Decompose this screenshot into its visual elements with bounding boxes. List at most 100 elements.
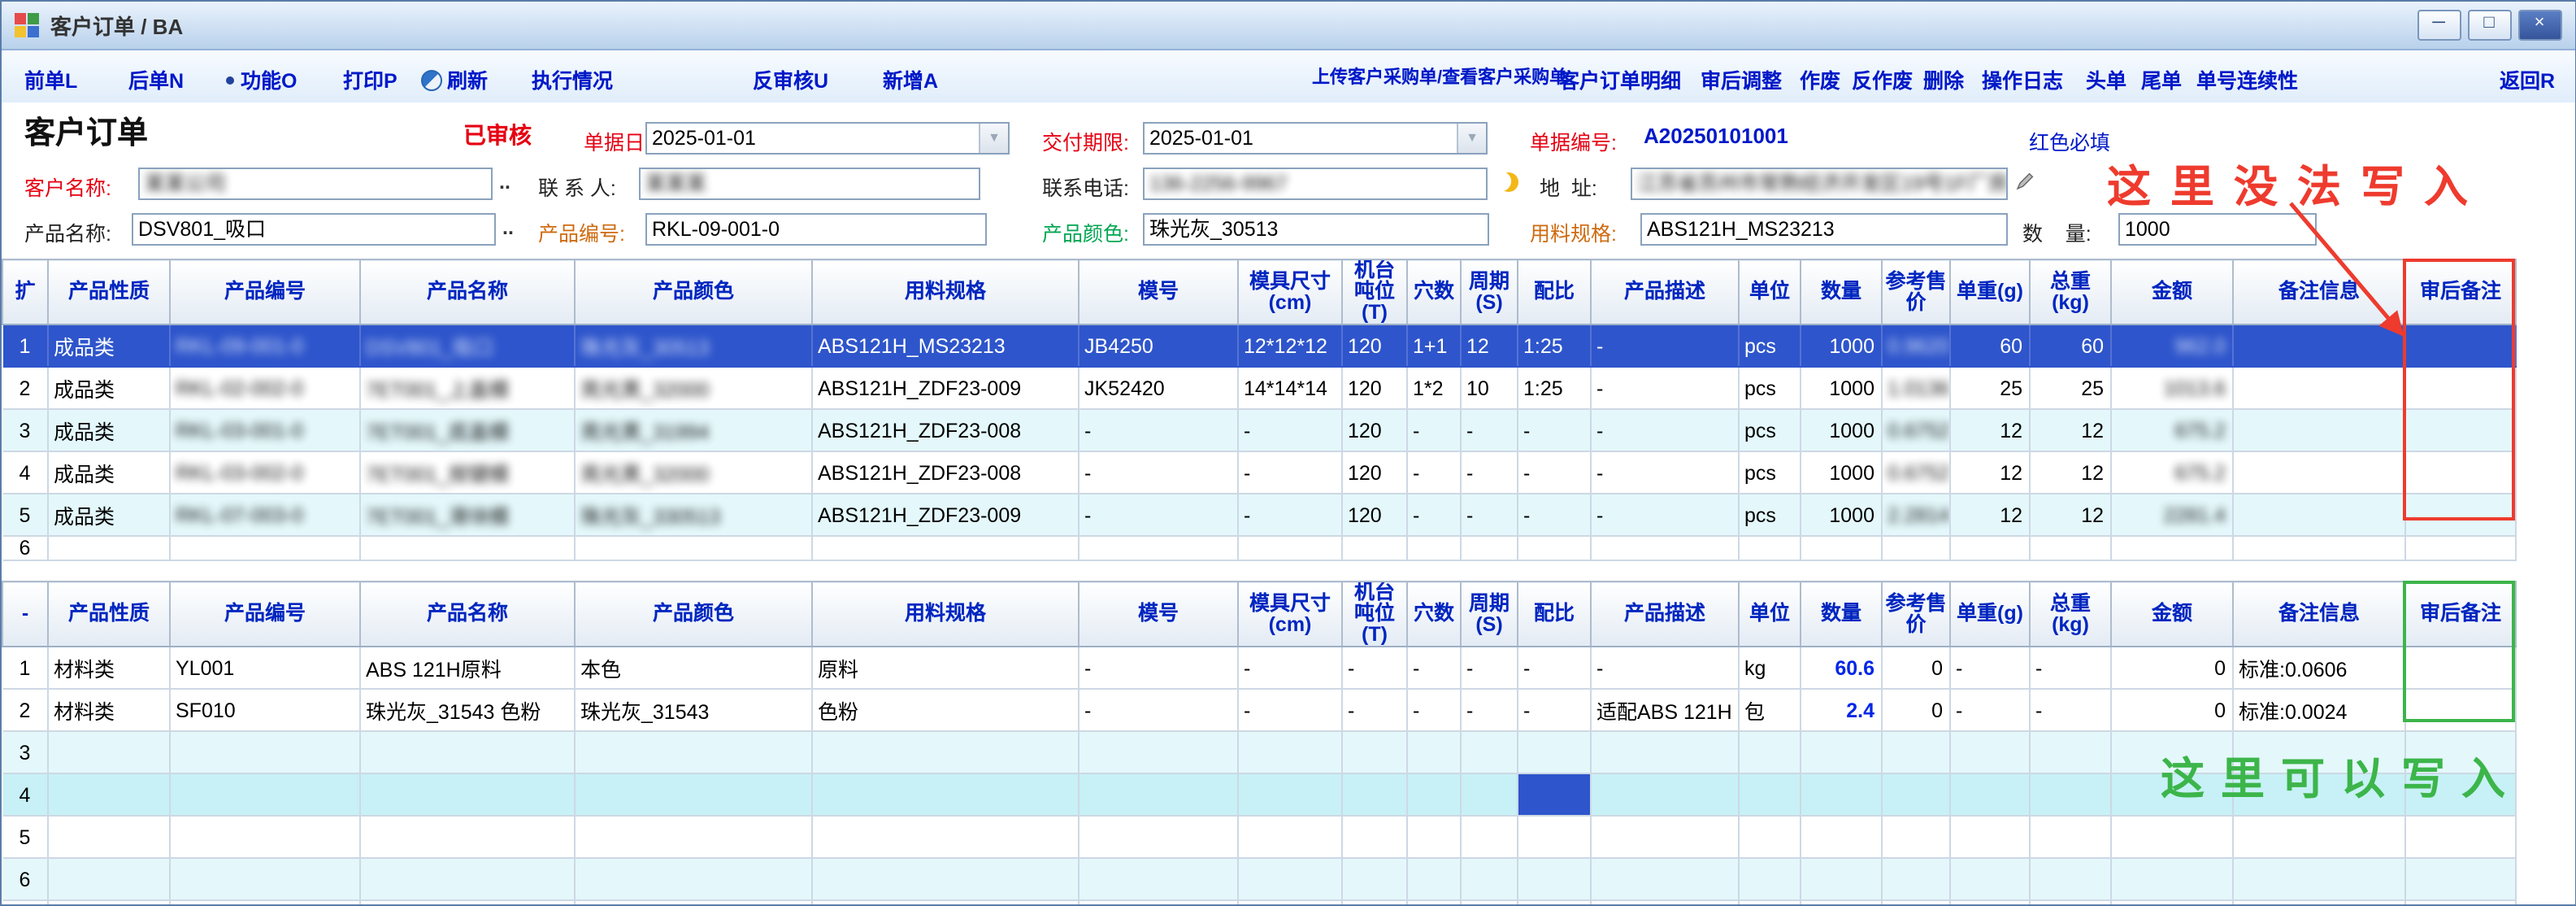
- cell[interactable]: [1882, 731, 1950, 773]
- cell[interactable]: RKL-07-003-0: [170, 494, 360, 536]
- cell[interactable]: [575, 536, 812, 560]
- cell[interactable]: [812, 536, 1079, 560]
- cell[interactable]: 1+1: [1407, 325, 1461, 367]
- cell[interactable]: 6: [2, 858, 48, 900]
- cell[interactable]: [1238, 773, 1342, 816]
- cell[interactable]: 7ET001_底盖模: [360, 409, 575, 451]
- cell[interactable]: 1000: [1801, 451, 1882, 494]
- cell[interactable]: [1801, 731, 1882, 773]
- cell[interactable]: 0: [1882, 647, 1950, 689]
- cell[interactable]: [2111, 536, 2233, 560]
- cell[interactable]: [1079, 536, 1238, 560]
- cell[interactable]: [360, 858, 575, 900]
- cell[interactable]: [48, 816, 170, 858]
- cell[interactable]: 120: [1342, 325, 1407, 367]
- cell[interactable]: 120: [1342, 409, 1407, 451]
- cell[interactable]: 2.2814: [1882, 494, 1950, 536]
- cell[interactable]: [1882, 858, 1950, 900]
- column-header[interactable]: 模具尺寸(cm): [1238, 581, 1342, 647]
- cell[interactable]: pcs: [1739, 367, 1801, 409]
- cell[interactable]: [360, 731, 575, 773]
- cell[interactable]: -: [1079, 451, 1238, 494]
- cell[interactable]: 1: [2, 647, 48, 689]
- cell[interactable]: [1518, 816, 1591, 858]
- column-header[interactable]: 审后备注: [2405, 581, 2516, 647]
- column-header[interactable]: 产品颜色: [575, 581, 812, 647]
- cell[interactable]: -: [1407, 647, 1461, 689]
- cell[interactable]: 3: [2, 731, 48, 773]
- cell[interactable]: -: [1238, 494, 1342, 536]
- cell[interactable]: 色粉: [812, 689, 1079, 731]
- column-header[interactable]: 单重(g): [1950, 581, 2030, 647]
- cell[interactable]: 2281.4: [2111, 494, 2233, 536]
- cell[interactable]: [1461, 773, 1518, 816]
- post-approval-adjust-button[interactable]: 审后调整: [1701, 63, 1782, 94]
- cell[interactable]: [575, 816, 812, 858]
- column-header[interactable]: 穴数: [1407, 259, 1461, 325]
- cell[interactable]: [1518, 731, 1591, 773]
- cell[interactable]: [2111, 816, 2233, 858]
- column-header[interactable]: 产品描述: [1591, 259, 1739, 325]
- column-header[interactable]: 产品性质: [48, 259, 170, 325]
- next-doc-button[interactable]: 后单N: [128, 63, 184, 94]
- cell[interactable]: 成品类: [48, 325, 170, 367]
- refresh-button[interactable]: 刷新: [421, 63, 488, 94]
- cell[interactable]: -: [1518, 409, 1591, 451]
- cell[interactable]: 珠光灰_30513: [575, 325, 812, 367]
- column-header[interactable]: 产品颜色: [575, 259, 812, 325]
- column-header[interactable]: 产品性质: [48, 581, 170, 647]
- column-header[interactable]: 总重(kg): [2030, 259, 2111, 325]
- column-header[interactable]: 参考售价: [1882, 581, 1950, 647]
- cell[interactable]: 标准:0.0606: [2233, 647, 2405, 689]
- cell[interactable]: [1950, 816, 2030, 858]
- cell[interactable]: 1:25: [1518, 367, 1591, 409]
- cell[interactable]: -: [1950, 689, 2030, 731]
- cell[interactable]: -: [1461, 647, 1518, 689]
- cell[interactable]: [1079, 773, 1238, 816]
- cell[interactable]: 1000: [1801, 409, 1882, 451]
- cell[interactable]: [2233, 325, 2405, 367]
- cell[interactable]: JK52420: [1079, 367, 1238, 409]
- functions-button[interactable]: 功能O: [226, 63, 297, 94]
- head-doc-button[interactable]: 头单: [2086, 63, 2126, 94]
- cell[interactable]: ABS121H_MS23213: [812, 325, 1079, 367]
- cell[interactable]: [1950, 900, 2030, 906]
- cell[interactable]: -: [1591, 647, 1739, 689]
- cell[interactable]: [1342, 536, 1407, 560]
- column-header[interactable]: 配比: [1518, 581, 1591, 647]
- cell[interactable]: -: [1461, 494, 1518, 536]
- cell[interactable]: 14*14*14: [1238, 367, 1342, 409]
- cell[interactable]: [1342, 816, 1407, 858]
- column-header[interactable]: 产品编号: [170, 259, 360, 325]
- material-spec-field[interactable]: ABS121H_MS23213: [1640, 213, 2008, 246]
- cell[interactable]: pcs: [1739, 494, 1801, 536]
- cell[interactable]: -: [1238, 451, 1342, 494]
- cell[interactable]: 珠光灰_31543 色粉: [360, 689, 575, 731]
- cell[interactable]: 0.6752: [1882, 451, 1950, 494]
- cell[interactable]: ABS121H_ZDF23-008: [812, 409, 1079, 451]
- cell[interactable]: 12: [1950, 451, 2030, 494]
- cell[interactable]: [1801, 858, 1882, 900]
- cell[interactable]: [1950, 858, 2030, 900]
- cell[interactable]: -: [1461, 409, 1518, 451]
- void-button[interactable]: 作废: [1800, 63, 1840, 94]
- cell[interactable]: [2233, 816, 2405, 858]
- address-field[interactable]: 江苏省苏州市常熟经济开发区19号1F厂房: [1631, 168, 2008, 200]
- cell[interactable]: [1518, 858, 1591, 900]
- cell[interactable]: 1000: [1801, 325, 1882, 367]
- cell[interactable]: -: [1079, 494, 1238, 536]
- column-header[interactable]: 备注信息: [2233, 581, 2405, 647]
- cell[interactable]: -: [1461, 451, 1518, 494]
- cell[interactable]: -: [1591, 367, 1739, 409]
- cell[interactable]: -: [1461, 689, 1518, 731]
- column-header[interactable]: 产品编号: [170, 581, 360, 647]
- cell[interactable]: 1000: [1801, 494, 1882, 536]
- cell[interactable]: [1461, 858, 1518, 900]
- cell[interactable]: DSV801_吸口: [360, 325, 575, 367]
- cell[interactable]: 120: [1342, 451, 1407, 494]
- cell[interactable]: [2, 900, 48, 906]
- cell[interactable]: [1882, 900, 1950, 906]
- cell[interactable]: RKL-02-002-0: [170, 367, 360, 409]
- cell[interactable]: [1461, 536, 1518, 560]
- cell[interactable]: [2030, 858, 2111, 900]
